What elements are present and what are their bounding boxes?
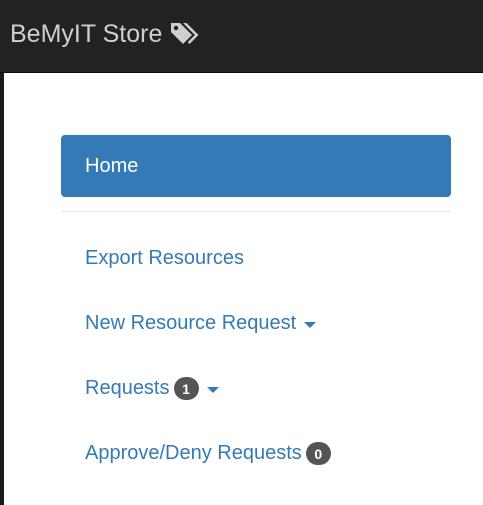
sidebar-item-label: New Resource Request xyxy=(85,312,297,334)
sidebar-item-label: Export Resources xyxy=(85,247,244,269)
caret-down-icon xyxy=(206,386,219,393)
sidebar-item-new-resource-request[interactable]: New Resource Request xyxy=(61,291,451,356)
top-navbar: BeMyIT Store xyxy=(0,0,483,73)
content-left-border xyxy=(0,73,4,505)
sidebar-item-label: Requests xyxy=(85,377,170,399)
brand-name: BeMyIT Store xyxy=(10,20,163,48)
brand-link[interactable]: BeMyIT Store xyxy=(10,16,204,52)
caret-down-icon xyxy=(304,321,317,328)
sidebar-item-home[interactable]: Home xyxy=(61,135,451,197)
sidebar-item-label: Approve/Deny Requests xyxy=(85,442,302,464)
sidebar-item-label: Home xyxy=(85,154,139,177)
sidebar-item-export-resources[interactable]: Export Resources xyxy=(61,226,451,291)
sidebar-item-approve-deny-requests[interactable]: Approve/Deny Requests 0 xyxy=(61,421,451,486)
sidebar-nav: Home Export Resources New Resource Reque… xyxy=(61,135,451,486)
tags-icon xyxy=(170,21,204,47)
sidebar-item-requests[interactable]: Requests 1 xyxy=(61,356,451,421)
requests-count-badge: 1 xyxy=(173,377,199,400)
nav-divider xyxy=(61,211,451,212)
approve-count-badge: 0 xyxy=(305,442,331,465)
